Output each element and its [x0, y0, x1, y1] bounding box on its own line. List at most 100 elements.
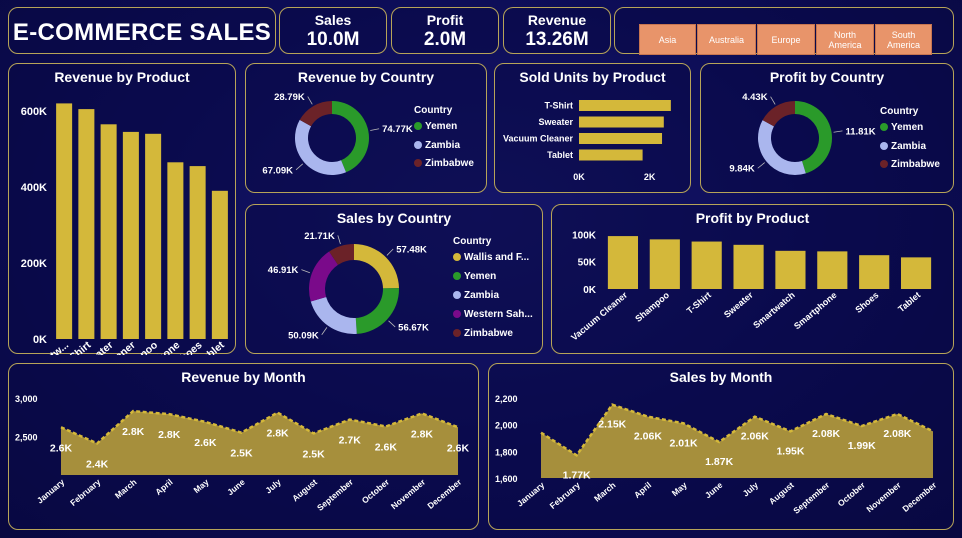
y-tick-label: 2,500 — [15, 433, 38, 443]
bar — [775, 250, 806, 289]
bar — [579, 100, 671, 111]
data-label: 67.09K — [262, 165, 293, 176]
x-tick-label: Smartwatch — [751, 290, 797, 330]
sales-by-country-card: Sales by Country 57.48K 56.67K 50.09K 46.91… — [245, 204, 543, 354]
y-tick-label: Vacuum Cleaner — [503, 134, 574, 144]
leader-line — [321, 327, 328, 335]
slicer-button-australia[interactable]: Australia — [697, 24, 756, 55]
title-card: E-COMMERCE SALES — [8, 7, 276, 54]
data-label: 2.06K — [634, 431, 662, 443]
x-tick-label: April — [153, 477, 174, 497]
y-tick-label: 200K — [21, 258, 47, 270]
data-label: 50.09K — [288, 330, 319, 341]
revenue-by-product-card: Revenue by Product 0K200K400K600KSmartw.… — [8, 63, 236, 355]
data-label: 2.8K — [122, 426, 145, 438]
data-label: 28.79K — [274, 92, 305, 103]
legend-label: Zimbabwe — [464, 328, 513, 339]
bar — [56, 103, 73, 340]
legend-label: Yemen — [891, 122, 924, 133]
bar — [691, 241, 722, 289]
legend-label: Yemen — [425, 121, 458, 132]
kpi-value: 13.26M — [525, 29, 589, 50]
legend-item[interactable]: Yemen — [453, 271, 496, 282]
x-tick-label: April — [632, 480, 653, 500]
y-tick-label: T-Shirt — [545, 101, 574, 111]
leader-line — [307, 96, 313, 105]
x-tick-label: 2K — [644, 172, 656, 182]
data-label: 74.77K — [382, 124, 413, 135]
legend-item[interactable]: Zambia — [880, 141, 926, 152]
y-tick-label: 3,000 — [15, 394, 38, 404]
bar — [607, 236, 639, 289]
data-label: 21.71K — [304, 231, 335, 242]
x-tick-label: February — [548, 480, 583, 511]
x-tick-label: July — [741, 480, 761, 499]
y-tick-label: 0K — [583, 285, 597, 296]
slicer-button-north-america[interactable]: North America — [816, 24, 874, 55]
legend-swatch — [453, 291, 461, 299]
bar — [189, 166, 206, 339]
legend-item[interactable]: Zambia — [414, 140, 460, 151]
y-tick-label: 0K — [33, 334, 47, 346]
revenue-by-country-card: Revenue by Country 74.77K 67.09K 28.79K Co… — [245, 63, 487, 193]
legend-swatch — [453, 272, 461, 280]
data-label: 2.6K — [50, 442, 73, 454]
slicer-button-asia[interactable]: Asia — [639, 24, 696, 55]
data-label: 57.48K — [396, 245, 427, 256]
data-label: 11.81K — [845, 126, 875, 137]
slicer-button-europe[interactable]: Europe — [757, 24, 815, 55]
donut-slice — [354, 244, 399, 289]
bar — [579, 133, 663, 144]
x-tick-label: Shoes — [853, 290, 880, 315]
data-label: 4.43K — [742, 92, 767, 103]
leader-line — [386, 248, 394, 256]
y-tick-label: Tablet — [547, 150, 573, 160]
sold-units-by-product-card: Sold Units by Product T-Shirt Sweater Vacu… — [494, 63, 691, 193]
x-tick-label: August — [290, 477, 319, 504]
data-label: 2.8K — [158, 429, 181, 441]
profit-by-product-chart: 0K 50K 100K Vacuum Cleaner Shampoo T-Shirt Swe… — [569, 230, 932, 343]
legend-swatch — [453, 329, 461, 337]
kpi-label: Profit — [426, 12, 464, 28]
bar — [145, 133, 162, 339]
data-label: 2.5K — [230, 448, 253, 460]
bar — [859, 255, 890, 289]
legend-swatch — [453, 310, 461, 318]
bar — [817, 251, 848, 289]
kpi-value: 10.0M — [306, 29, 360, 50]
x-tick-label: February — [68, 477, 103, 508]
data-label: 2.08K — [883, 428, 911, 440]
legend-item[interactable]: Yemen — [414, 121, 457, 132]
legend-item[interactable]: Western Sah... — [453, 309, 533, 320]
kpi-label: Sales — [314, 12, 352, 28]
kpi-card-sales: Sales 10.0M — [279, 7, 387, 54]
revenue-by-product-chart: 0K200K400K600KSmartw...T-ShirtSweaterVac… — [21, 103, 228, 355]
bar — [900, 257, 932, 289]
legend-title: Country — [880, 106, 919, 117]
x-tick-label: September — [315, 476, 356, 512]
data-label: 2.6K — [375, 441, 398, 453]
x-tick-label: August — [767, 480, 796, 507]
donut-slice — [762, 101, 795, 127]
legend-label: Wallis and F... — [464, 252, 530, 263]
data-label: 2.01K — [670, 437, 698, 449]
data-label: 2.7K — [339, 435, 362, 447]
leader-line — [770, 96, 776, 105]
legend-item[interactable]: Zimbabwe — [453, 328, 513, 339]
legend-item[interactable]: Yemen — [880, 122, 923, 133]
slicer-button-south-america[interactable]: South America — [875, 24, 932, 55]
profit-by-country-card: Profit by Country 11.81K 9.84K 4.43K Count… — [700, 63, 954, 193]
legend-item[interactable]: Zambia — [453, 290, 499, 301]
legend-item[interactable]: Zimbabwe — [880, 159, 940, 170]
legend-item[interactable]: Wallis and F... — [453, 252, 529, 263]
y-tick-label: 1,800 — [495, 447, 518, 457]
revenue-by-month-card: Revenue by Month 2,500 3,000 2.6K January 2.… — [8, 363, 479, 530]
donut-slice — [758, 120, 806, 175]
legend-title: Country — [453, 236, 492, 247]
kpi-label: Revenue — [527, 12, 587, 28]
legend-item[interactable]: Zimbabwe — [414, 158, 474, 169]
bar — [733, 244, 764, 289]
x-tick-label: November — [389, 476, 428, 511]
donut-slice — [295, 119, 347, 175]
legend-swatch — [414, 159, 422, 167]
